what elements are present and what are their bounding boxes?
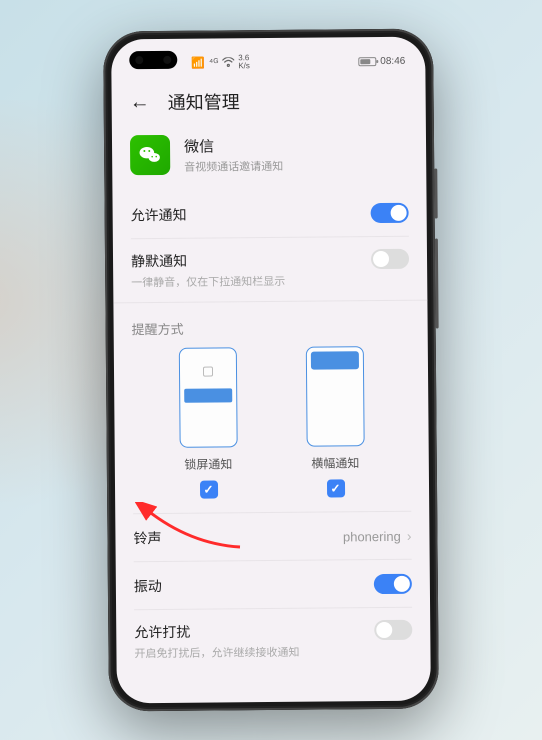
section-alert-style: 提醒方式 [113,300,427,349]
ringtone-value: phonering [343,528,401,544]
checkbox-lock[interactable]: ✓ [199,480,217,498]
row-silent[interactable]: 静默通知 一律静音，仅在下拉通知栏显示 [113,237,428,303]
mode-banner[interactable]: 横幅通知 ✓ [305,346,364,498]
network-label: ⁴ᴳ [209,57,218,68]
wechat-icon [130,135,170,175]
mode-label: 锁屏通知 [184,455,232,472]
wifi-icon [222,57,234,67]
page-title: 通知管理 [168,88,240,115]
row-title: 振动 [134,576,162,596]
toggle-allow[interactable] [371,203,409,223]
clock: 08:46 [380,55,405,66]
row-vibrate[interactable]: 振动 [116,560,430,611]
chevron-right-icon: › [407,528,412,544]
banner-preview [305,346,364,447]
side-button-2 [435,239,439,329]
checkbox-banner[interactable]: ✓ [326,479,344,497]
alert-modes: 锁屏通知 ✓ 横幅通知 ✓ [114,346,429,508]
app-subtitle: 音视频通话邀请通知 [184,157,283,174]
row-ringtone[interactable]: 铃声 phonering › [115,512,429,563]
row-subtitle: 一律静音，仅在下拉通知栏显示 [131,273,285,290]
side-button-1 [434,169,437,219]
phone-screen: 📶 ⁴ᴳ 3.6K/s 08:46 ← 通知管理 微信 音视频通话邀请通知 [111,37,431,704]
lockscreen-preview [178,347,237,448]
row-title: 铃声 [133,528,161,548]
row-title: 静默通知 [131,250,285,271]
app-info-row: 微信 音视频通话邀请通知 [112,127,427,192]
row-title: 允许通知 [131,205,187,225]
row-title: 允许打扰 [134,621,299,642]
mode-lockscreen[interactable]: 锁屏通知 ✓ [178,347,237,499]
row-allow-disturb[interactable]: 允许打扰 开启免打扰后，允许继续接收通知 [116,608,431,674]
row-subtitle: 开启免打扰后，允许继续接收通知 [134,644,299,661]
toggle-vibrate[interactable] [374,574,412,594]
signal-icon: 📶 [191,56,205,69]
camera-cutout [129,51,177,69]
battery-icon [358,57,376,66]
net-speed: 3.6K/s [238,54,250,70]
toggle-dnd[interactable] [374,620,412,640]
row-allow-notifications[interactable]: 允许通知 [112,189,426,240]
app-name: 微信 [184,134,283,156]
mode-label: 横幅通知 [311,454,359,471]
back-icon[interactable]: ← [130,91,150,114]
toggle-silent[interactable] [371,249,409,269]
page-header: ← 通知管理 [111,77,425,130]
phone-frame: 📶 ⁴ᴳ 3.6K/s 08:46 ← 通知管理 微信 音视频通话邀请通知 [103,29,439,712]
